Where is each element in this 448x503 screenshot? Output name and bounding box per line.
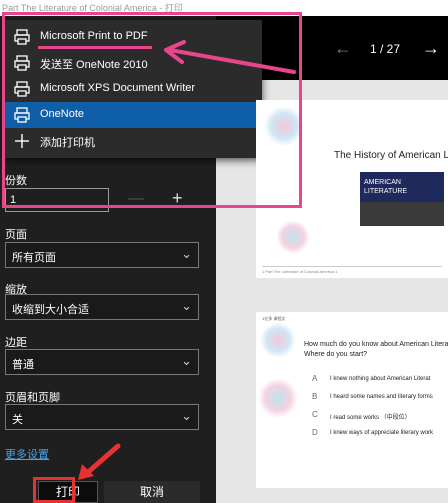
previous-page-arrow-icon[interactable]: ← [334, 38, 352, 59]
more-settings-link[interactable]: 更多设置 [5, 446, 49, 462]
decorative-dots [276, 220, 310, 254]
page-footer: 1 Part The Literature of Colonial Americ… [262, 269, 338, 274]
margins-value: 普通 [12, 359, 34, 371]
annotation-arrow-icon [164, 40, 296, 74]
decorative-dots [258, 378, 298, 418]
scale-value: 收缩到大小合适 [12, 304, 89, 316]
margins-label: 边距 [5, 337, 27, 349]
cancel-button[interactable]: 取消 [104, 481, 200, 503]
slide-header: 1亿多 课程文 [262, 316, 286, 321]
scale-select[interactable]: 收缩到大小合适 ⌄ [5, 294, 199, 320]
option-letter: A [312, 374, 318, 383]
page-indicator: 1 / 27 [370, 42, 401, 56]
header-footer-label: 页眉和页脚 [5, 392, 60, 404]
option-letter: D [312, 428, 318, 437]
annotation-arrow-icon [78, 443, 121, 480]
chevron-down-icon: ⌄ [181, 353, 192, 368]
preview-page-2: 1亿多 课程文 How much do you know about Ameri… [256, 312, 448, 488]
chevron-down-icon: ⌄ [181, 298, 192, 313]
footer-divider [262, 266, 442, 267]
header-footer-select[interactable]: 关 ⌄ [5, 404, 199, 430]
book-cover-text: AMERICAN LITERATURE [364, 179, 408, 195]
annotation-underline [38, 46, 152, 49]
book-cover-portraits [360, 202, 444, 226]
option-text: I knew nothing about American Literat [330, 376, 431, 382]
slide-title: The History of American Lite [334, 150, 448, 161]
option-text: I knew ways of appreciate literary work [330, 430, 434, 436]
annotation-print-highlight [33, 477, 75, 503]
option-text: I heard some names and literary forms [330, 394, 433, 400]
question-text: How much do you know about American Lite… [304, 341, 448, 358]
book-cover-image: AMERICAN LITERATURE [360, 172, 444, 226]
option-letter: B [312, 392, 318, 401]
header-footer-value: 关 [12, 414, 23, 426]
margins-select[interactable]: 普通 ⌄ [5, 349, 199, 375]
option-letter: C [312, 410, 318, 419]
option-text: I read some works （中段位） [330, 415, 411, 421]
decorative-dots [260, 322, 296, 358]
pages-label: 页面 [5, 229, 27, 241]
chevron-down-icon: ⌄ [181, 246, 192, 261]
chevron-down-icon: ⌄ [181, 408, 192, 423]
pages-select[interactable]: 所有页面 ⌄ [5, 242, 199, 268]
next-page-arrow-icon[interactable]: → [422, 38, 440, 59]
pages-value: 所有页面 [12, 252, 56, 264]
